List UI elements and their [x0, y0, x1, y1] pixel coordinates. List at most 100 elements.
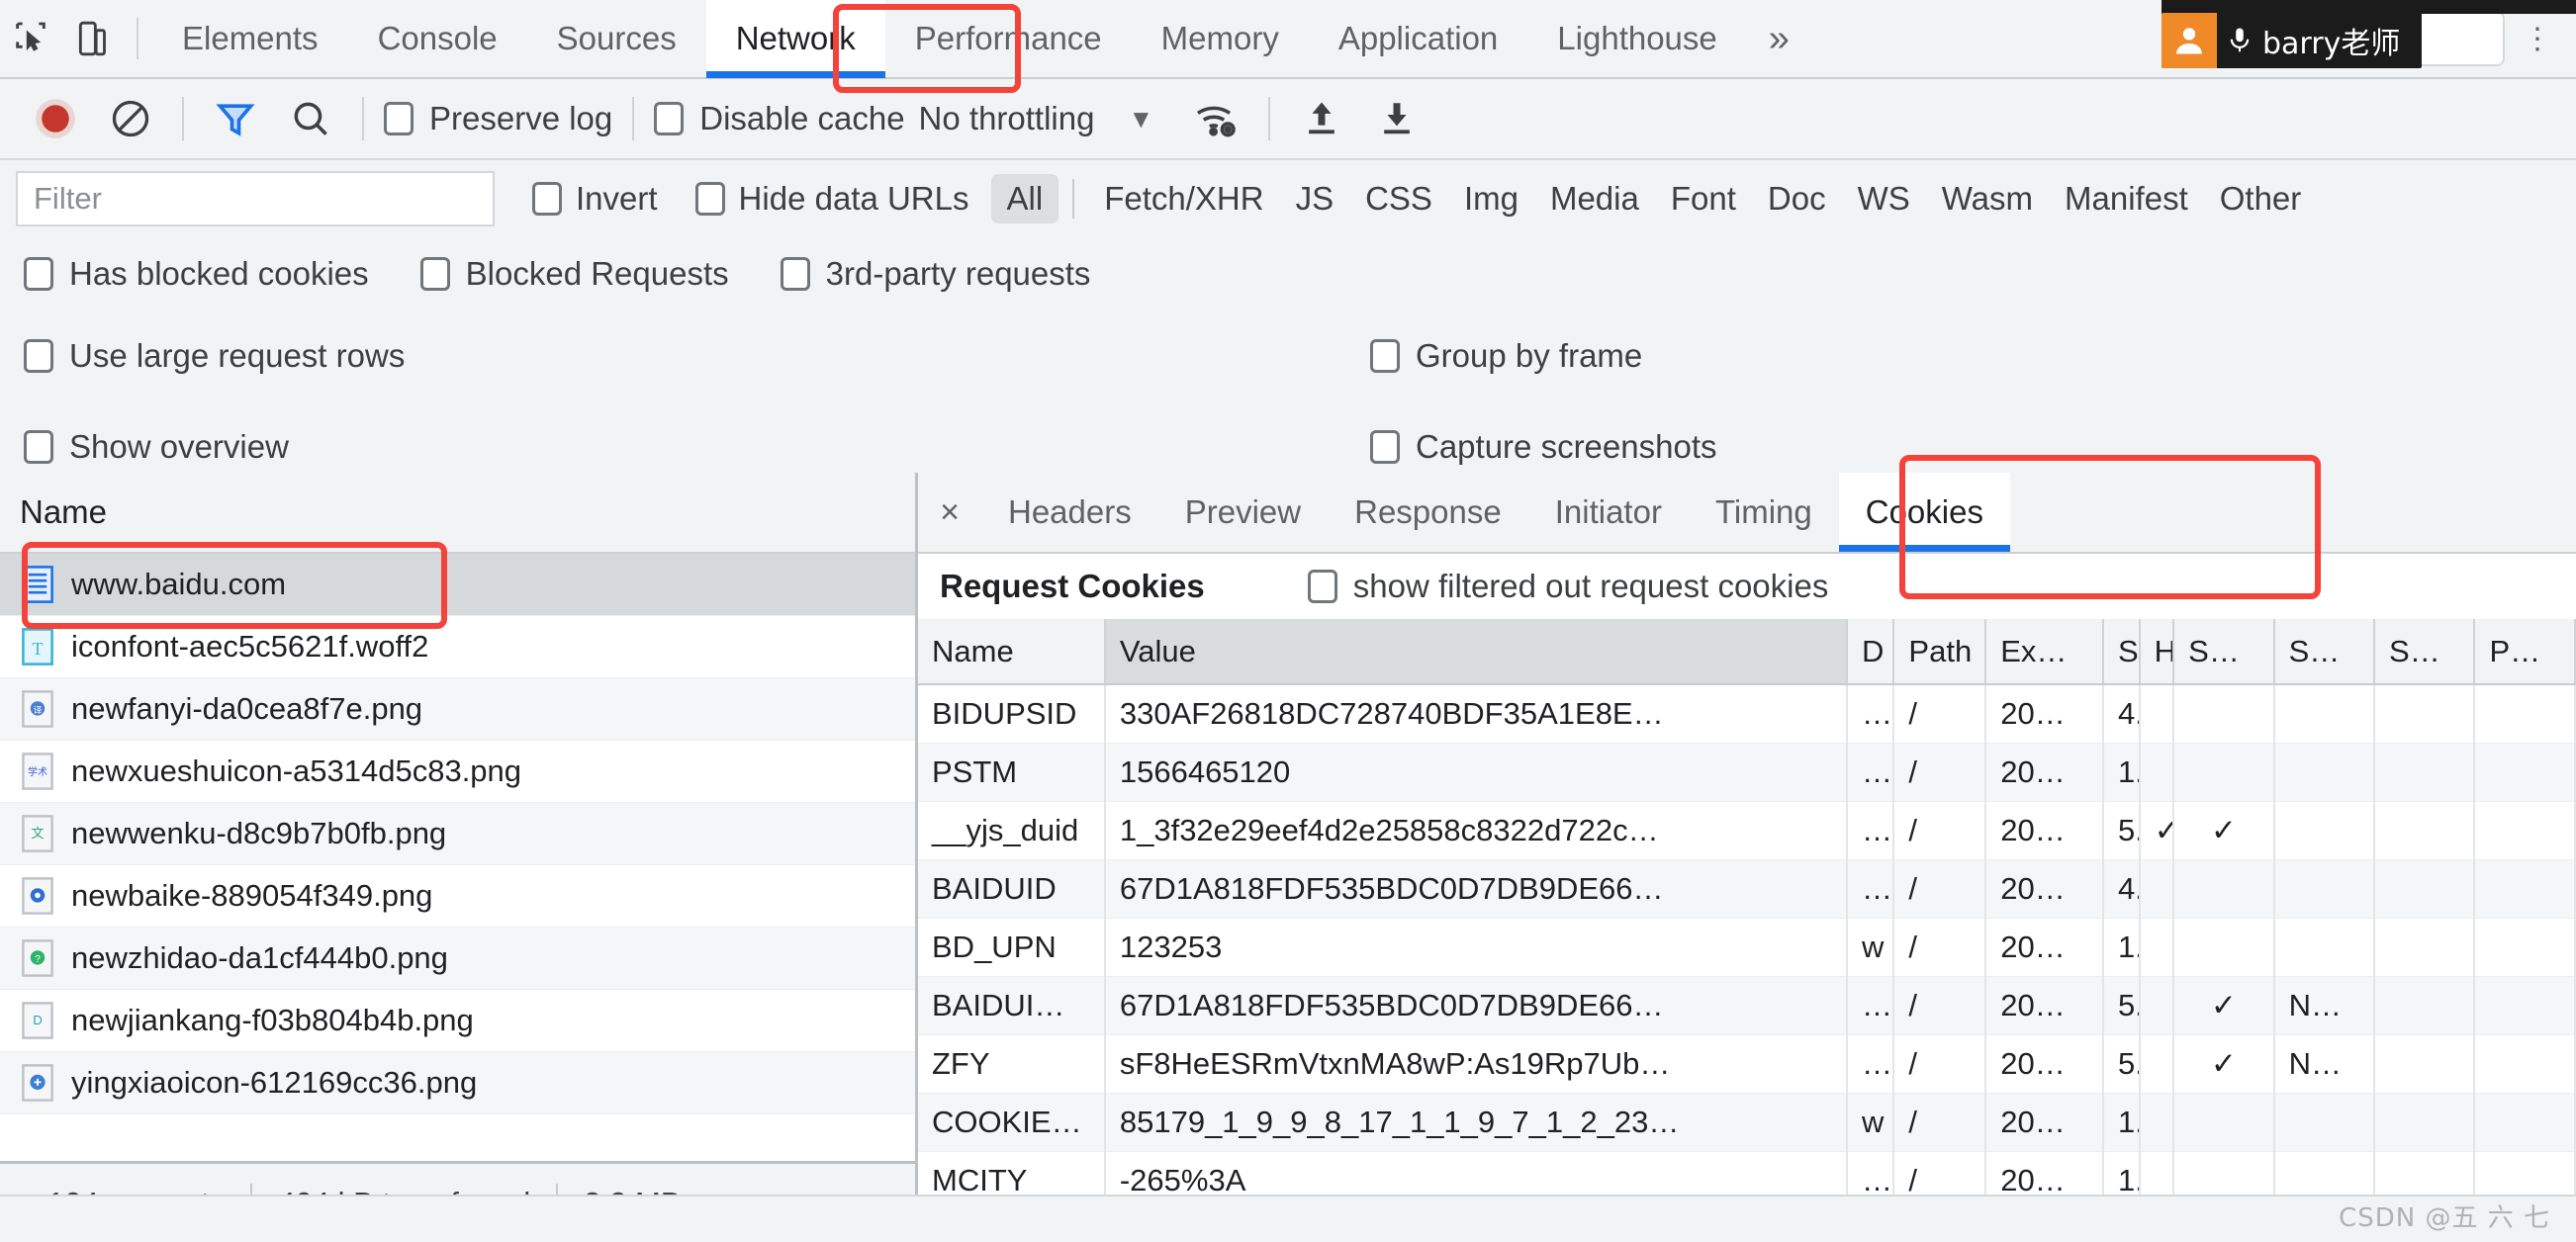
filter-type-label: Doc: [1767, 180, 1826, 217]
capture-screenshots-label: Capture screenshots: [1416, 428, 1717, 465]
disable-cache-checkbox[interactable]: Disable cache: [648, 100, 910, 137]
third-party-requests-checkbox[interactable]: 3rd-party requests: [775, 255, 1097, 293]
list-item[interactable]: D newjiankang-f03b804b4b.png: [0, 990, 915, 1052]
cookies-table-container[interactable]: Name Value D Path Ex… S H S… S… S… P…: [918, 619, 2576, 1242]
cookie-priority: [2474, 1093, 2576, 1152]
filter-type-font[interactable]: Font: [1655, 174, 1752, 223]
preserve-log-checkbox[interactable]: Preserve log: [378, 100, 618, 137]
requests-list[interactable]: www.baidu.com T iconfont-aec5c5621f.woff…: [0, 554, 915, 1161]
col-domain[interactable]: D: [1846, 619, 1895, 685]
tab-console[interactable]: Console: [348, 0, 527, 78]
col-value[interactable]: Value: [1104, 619, 1848, 685]
filter-type-media[interactable]: Media: [1534, 174, 1655, 223]
filter-type-fetchxhr[interactable]: Fetch/XHR: [1088, 174, 1279, 223]
filter-type-js[interactable]: JS: [1280, 174, 1350, 223]
tab-application[interactable]: Application: [1309, 0, 1527, 78]
use-large-request-rows-checkbox[interactable]: Use large request rows: [18, 337, 411, 375]
filter-type-all[interactable]: All: [990, 174, 1059, 223]
group-by-frame-checkbox[interactable]: Group by frame: [1370, 337, 1642, 375]
cookie-expires: 20…: [1985, 1034, 2104, 1094]
list-item[interactable]: 译 newfanyi-da0cea8f7e.png: [0, 678, 915, 741]
clear-button[interactable]: [93, 84, 168, 153]
cookie-httponly: [2139, 684, 2175, 744]
table-row[interactable]: BD_UPN 123253 w / 20… 1.: [918, 918, 2576, 977]
has-blocked-cookies-checkbox[interactable]: Has blocked cookies: [18, 255, 375, 293]
col-httponly[interactable]: H: [2139, 619, 2175, 685]
more-tabs-icon[interactable]: »: [1747, 0, 1811, 78]
tab-network[interactable]: Network: [705, 0, 885, 78]
filter-type-doc[interactable]: Doc: [1752, 174, 1842, 223]
col-samepartykey[interactable]: S…: [2374, 619, 2476, 685]
network-conditions-icon[interactable]: [1179, 84, 1254, 153]
tab-headers[interactable]: Headers: [981, 473, 1158, 552]
col-size[interactable]: S: [2102, 619, 2141, 685]
tab-elements[interactable]: Elements: [152, 0, 348, 78]
cookie-path: /: [1893, 1093, 1987, 1152]
import-har-icon[interactable]: [1284, 84, 1359, 153]
filter-type-css[interactable]: CSS: [1349, 174, 1448, 223]
col-path[interactable]: Path: [1893, 619, 1987, 685]
tab-preview[interactable]: Preview: [1158, 473, 1328, 552]
devtools-window: Elements Console Sources Network Perform…: [0, 0, 2576, 1242]
checkbox-box: [780, 257, 810, 291]
tab-memory[interactable]: Memory: [1132, 0, 1309, 78]
cookie-httponly: [2139, 918, 2175, 977]
show-filtered-out-checkbox[interactable]: show filtered out request cookies: [1307, 568, 1828, 605]
col-secure[interactable]: S…: [2173, 619, 2275, 685]
table-row[interactable]: PSTM 1566465120 … / 20… 1.: [918, 743, 2576, 802]
tab-lighthouse[interactable]: Lighthouse: [1527, 0, 1746, 78]
filter-type-wasm[interactable]: Wasm: [1926, 174, 2049, 223]
invert-checkbox[interactable]: Invert: [532, 180, 658, 218]
filter-type-ws[interactable]: WS: [1842, 174, 1926, 223]
table-row[interactable]: ZFY sF8HeESRmVtxnMA8wP:As19Rp7Ub… … / 20…: [918, 1034, 2576, 1094]
throttling-select-value[interactable]: No throttling: [919, 100, 1095, 137]
col-expires[interactable]: Ex…: [1985, 619, 2104, 685]
list-item[interactable]: newbaike-889054f349.png: [0, 865, 915, 928]
filter-input[interactable]: Filter: [16, 171, 495, 226]
tab-response[interactable]: Response: [1328, 473, 1528, 552]
search-icon[interactable]: [273, 84, 348, 153]
cookie-samesite: N…: [2273, 976, 2376, 1035]
tab-initiator[interactable]: Initiator: [1528, 473, 1689, 552]
filter-type-other[interactable]: Other: [2204, 174, 2318, 223]
cookie-size: 1.: [2102, 1093, 2141, 1152]
hide-data-urls-checkbox[interactable]: Hide data URLs: [694, 180, 969, 218]
filter-icon[interactable]: [198, 84, 273, 153]
tab-label: Lighthouse: [1557, 20, 1717, 56]
requests-column-header[interactable]: Name: [0, 473, 915, 554]
cookie-samesite: N…: [2273, 1034, 2376, 1094]
blocked-requests-checkbox[interactable]: Blocked Requests: [414, 255, 735, 293]
list-item[interactable]: www.baidu.com: [0, 554, 915, 616]
export-har-icon[interactable]: [1359, 84, 1434, 153]
table-row[interactable]: __yjs_duid 1_3f32e29eef4d2e25858c8322d72…: [918, 801, 2576, 860]
more-options-icon[interactable]: ⋮: [2515, 22, 2560, 56]
filter-type-manifest[interactable]: Manifest: [2049, 174, 2204, 223]
record-button[interactable]: [18, 84, 93, 153]
show-overview-checkbox[interactable]: Show overview: [18, 428, 295, 466]
list-item[interactable]: yingxiaoicon-612169cc36.png: [0, 1052, 915, 1114]
overlay-user-name: barry老师: [2262, 27, 2401, 61]
table-row[interactable]: COOKIE… 85179_1_9_9_8_17_1_1_9_7_1_2_23……: [918, 1093, 2576, 1152]
filter-type-label: Manifest: [2065, 180, 2188, 217]
table-row[interactable]: BAIDUID 67D1A818FDF535BDC0D7DB9DE66… … /…: [918, 859, 2576, 919]
tab-performance[interactable]: Performance: [885, 0, 1132, 78]
list-item[interactable]: T iconfont-aec5c5621f.woff2: [0, 616, 915, 678]
inspect-element-icon[interactable]: [0, 8, 61, 69]
capture-screenshots-checkbox[interactable]: Capture screenshots: [1370, 428, 1717, 466]
list-item[interactable]: 文 newwenku-d8c9b7b0fb.png: [0, 803, 915, 865]
tab-timing[interactable]: Timing: [1689, 473, 1839, 552]
tab-sources[interactable]: Sources: [527, 0, 706, 78]
filter-type-img[interactable]: Img: [1448, 174, 1534, 223]
table-row[interactable]: BAIDUI… 67D1A818FDF535BDC0D7DB9DE66… … /…: [918, 976, 2576, 1035]
device-toolbar-icon[interactable]: [61, 8, 123, 69]
chevron-down-icon[interactable]: ▼: [1128, 104, 1153, 134]
col-name[interactable]: Name: [918, 619, 1106, 685]
request-name: yingxiaoicon-612169cc36.png: [71, 1065, 478, 1100]
close-icon[interactable]: ×: [918, 473, 981, 552]
col-priority[interactable]: P…: [2474, 619, 2576, 685]
list-item[interactable]: 学术 newxueshuicon-a5314d5c83.png: [0, 741, 915, 803]
table-row[interactable]: BIDUPSID 330AF26818DC728740BDF35A1E8E… ……: [918, 684, 2576, 744]
tab-cookies[interactable]: Cookies: [1838, 473, 2011, 552]
col-samesite[interactable]: S…: [2273, 619, 2376, 685]
list-item[interactable]: ? newzhidao-da1cf444b0.png: [0, 928, 915, 990]
